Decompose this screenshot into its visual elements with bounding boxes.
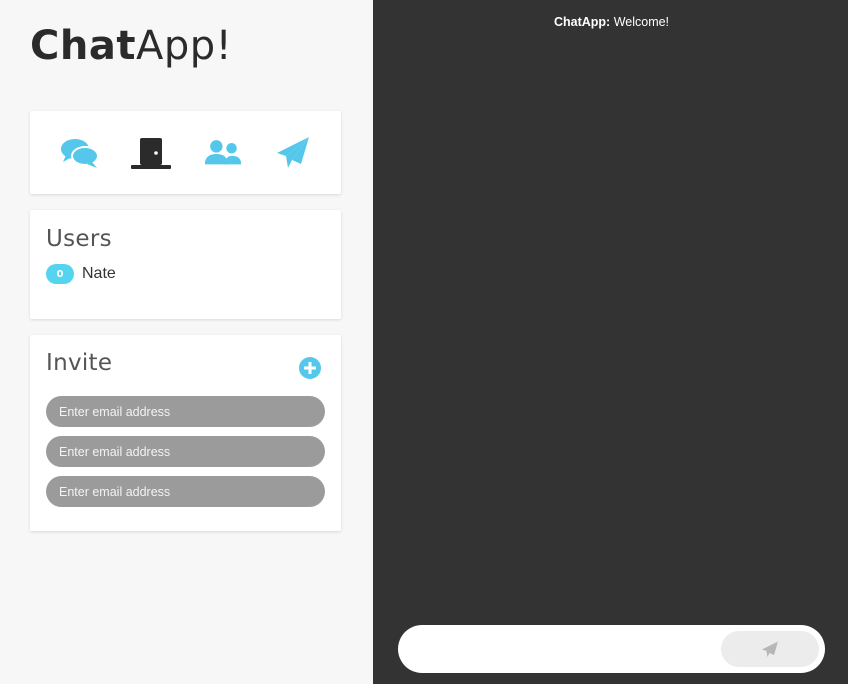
user-name: Nate (82, 265, 116, 282)
users-button[interactable] (203, 135, 243, 171)
logo-light-text: App! (135, 23, 233, 69)
invite-email-input-3[interactable] (46, 476, 325, 507)
chat-message: ChatApp: Welcome! (373, 15, 848, 29)
actions-card (30, 111, 341, 194)
app-logo: ChatApp! (30, 22, 232, 70)
invite-card: Invite (30, 335, 341, 531)
users-title: Users (46, 226, 112, 252)
message-sender: ChatApp: (553, 15, 611, 29)
user-badge: 0 (46, 264, 74, 284)
users-card: Users 0 Nate (30, 210, 341, 319)
chat-bubbles-icon (61, 139, 99, 168)
paper-plane-icon (762, 641, 778, 657)
user-list-item: 0 Nate (46, 263, 116, 285)
sidebar: ChatApp! Users 0 Nate Invite Enter email… (0, 0, 373, 684)
send-message-button[interactable] (721, 631, 819, 667)
invite-email-input-1[interactable] (46, 396, 325, 427)
door-icon (131, 138, 171, 169)
chat-button[interactable] (60, 135, 100, 171)
chat-panel: ChatApp: Welcome! (373, 0, 848, 684)
logo-bold-text: Chat (30, 23, 136, 69)
add-email-button[interactable] (299, 357, 321, 379)
message-text: Welcome! (613, 15, 670, 29)
users-icon (204, 140, 242, 165)
message-composer (398, 625, 825, 673)
invite-title: Invite (46, 350, 113, 376)
leave-room-button[interactable] (131, 135, 171, 171)
message-input[interactable] (416, 633, 720, 667)
paper-plane-icon (277, 137, 309, 168)
send-invite-button[interactable] (273, 135, 313, 171)
invite-email-input-2[interactable] (46, 436, 325, 467)
